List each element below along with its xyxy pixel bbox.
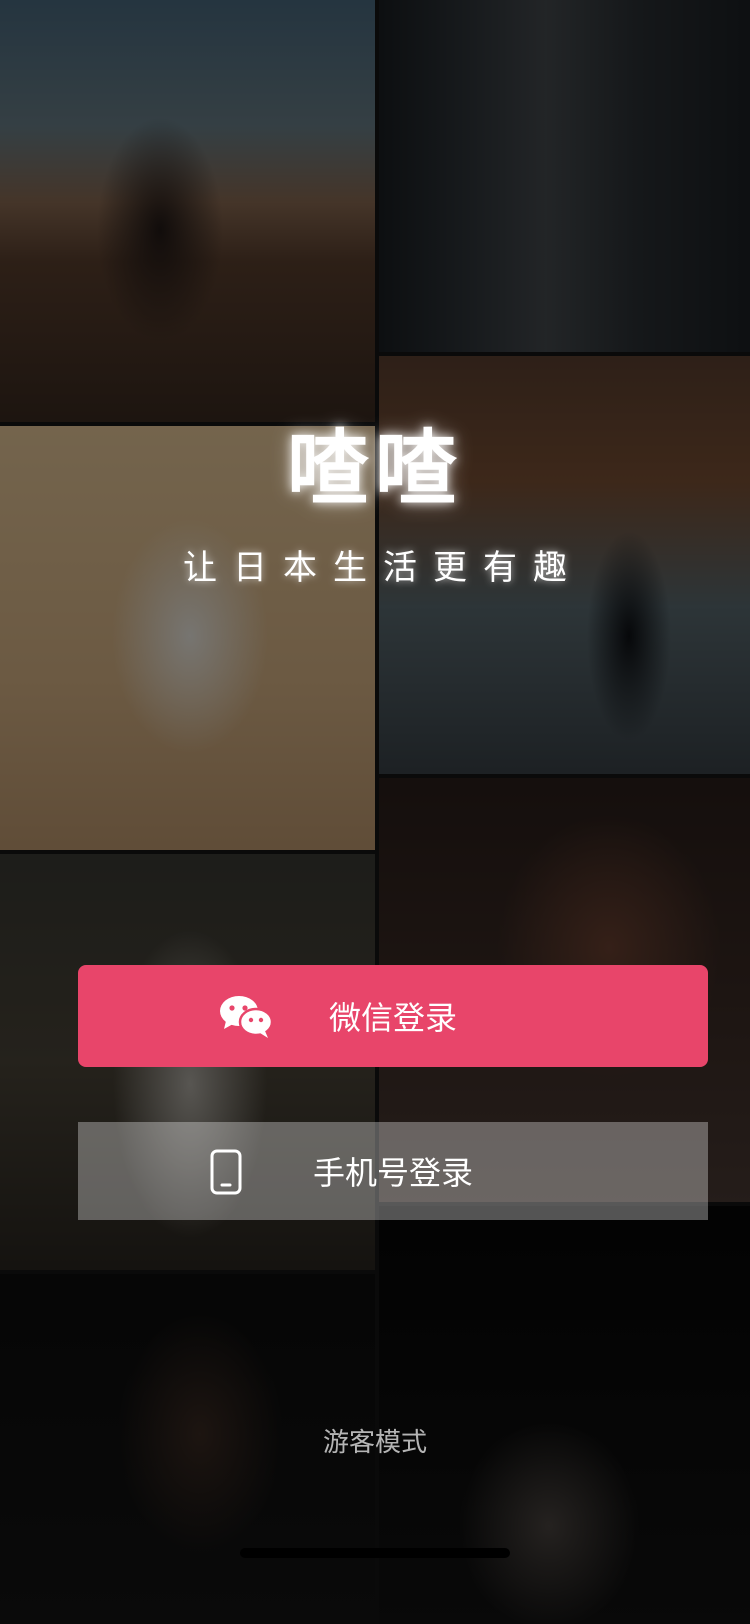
phone-login-label: 手机号登录: [312, 1154, 473, 1192]
wechat-login-button[interactable]: 微信登录: [78, 965, 708, 1067]
login-screen: 喳喳 让日本生活更有趣 微信登录 手机号登录 游客模式: [0, 0, 750, 1624]
guest-mode-link[interactable]: 游客模式: [0, 1422, 750, 1459]
app-tagline: 让日本生活更有趣: [183, 548, 583, 588]
dark-overlay: [0, 0, 750, 1624]
branding: 喳喳 让日本生活更有趣: [0, 420, 750, 589]
wechat-icon: [218, 993, 274, 1039]
home-indicator[interactable]: [240, 1548, 510, 1558]
smartphone-icon: [208, 1149, 244, 1195]
wechat-login-label: 微信登录: [328, 999, 457, 1037]
app-title: 喳喳: [286, 422, 463, 517]
phone-login-button[interactable]: 手机号登录: [78, 1122, 708, 1220]
